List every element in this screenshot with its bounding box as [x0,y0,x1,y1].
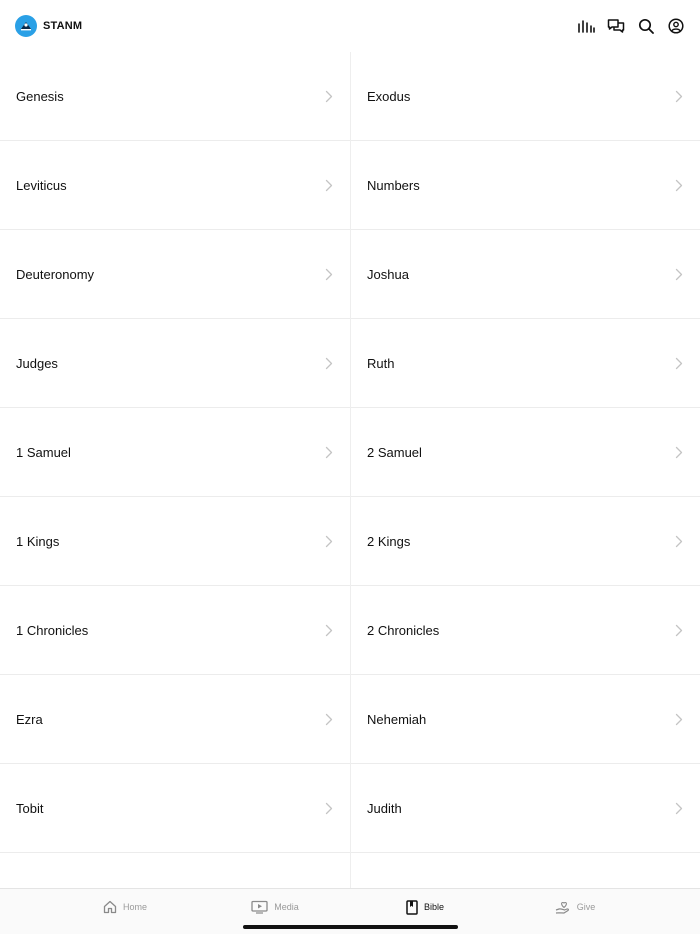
chevron-right-icon [674,445,684,459]
book-name: Joshua [367,266,409,282]
chevron-right-icon [324,801,334,815]
book-list-item[interactable] [351,853,700,888]
book-list-item[interactable]: Nehemiah [351,675,700,764]
book-list-item[interactable]: Ruth [351,319,700,408]
brand-name: STANM [43,20,83,32]
book-name: 1 Samuel [16,444,71,460]
book-name: Nehemiah [367,711,427,727]
media-icon [251,900,268,914]
book-list-item[interactable]: Genesis [0,52,350,141]
chevron-right-icon [674,623,684,637]
chat-icon[interactable] [606,16,626,36]
book-name: 1 Chronicles [16,622,89,638]
brand-logo-icon [15,15,37,37]
tab-label: Home [122,902,147,912]
chevron-right-icon [324,623,334,637]
search-icon[interactable] [636,16,656,36]
book-list-item[interactable]: Exodus [351,52,700,141]
book-name: Genesis [16,88,64,104]
tab-media[interactable]: Media [200,889,350,925]
book-name: Deuteronomy [16,266,95,282]
book-name: Judith [367,800,402,816]
chevron-right-icon [674,712,684,726]
chevron-right-icon [674,801,684,815]
brand[interactable]: STANM [15,15,82,37]
tab-label: Bible [423,902,444,912]
home-icon [103,900,117,914]
chevron-right-icon [324,267,334,281]
book-list-item[interactable]: Ezra [0,675,350,764]
home-indicator [243,925,458,929]
book-name: Judges [16,355,58,371]
bible-books-grid: Genesis Exodus Leviticus Numbers Deuteronomy… [0,52,700,888]
book-list-item[interactable] [0,853,350,888]
book-name: Ruth [367,355,395,371]
chevron-right-icon [674,267,684,281]
chevron-right-icon [324,712,334,726]
book-list-item[interactable]: Judges [0,319,350,408]
chevron-right-icon [674,534,684,548]
give-icon [555,900,571,915]
app-header: STANM [0,0,700,52]
book-list-item[interactable]: Joshua [351,230,700,319]
book-list-item[interactable]: 2 Samuel [351,408,700,497]
book-name: Leviticus [16,177,67,193]
chevron-right-icon [324,445,334,459]
book-list-item[interactable]: Deuteronomy [0,230,350,319]
chevron-right-icon [324,534,334,548]
book-name: 2 Chronicles [367,622,440,638]
book-list-item[interactable]: 1 Chronicles [0,586,350,675]
book-name: Numbers [367,177,420,193]
tab-label: Give [576,902,596,912]
book-list-item[interactable]: Leviticus [0,141,350,230]
book-name: Ezra [16,711,43,727]
book-name: Exodus [367,88,411,104]
book-name: 1 Kings [16,533,60,549]
chevron-right-icon [674,89,684,103]
bible-icon [406,899,418,915]
book-list-item[interactable]: Tobit [0,764,350,853]
book-list-item[interactable]: 1 Samuel [0,408,350,497]
book-list-item[interactable]: 1 Kings [0,497,350,586]
chevron-right-icon [324,178,334,192]
chevron-right-icon [674,356,684,370]
book-name: 2 Samuel [367,444,422,460]
tab-bible[interactable]: Bible [350,889,500,925]
book-list-item[interactable]: Judith [351,764,700,853]
book-list-item[interactable]: 2 Chronicles [351,586,700,675]
header-actions [576,16,686,36]
chevron-right-icon [324,89,334,103]
chevron-right-icon [324,356,334,370]
book-list-item[interactable]: 2 Kings [351,497,700,586]
book-list-item[interactable]: Numbers [351,141,700,230]
stats-icon[interactable] [576,16,596,36]
chevron-right-icon [674,178,684,192]
tab-home[interactable]: Home [50,889,200,925]
tab-label: Media [274,902,299,912]
book-name: 2 Kings [367,533,411,549]
book-name: Tobit [16,800,44,816]
profile-icon[interactable] [666,16,686,36]
tab-give[interactable]: Give [500,889,650,925]
